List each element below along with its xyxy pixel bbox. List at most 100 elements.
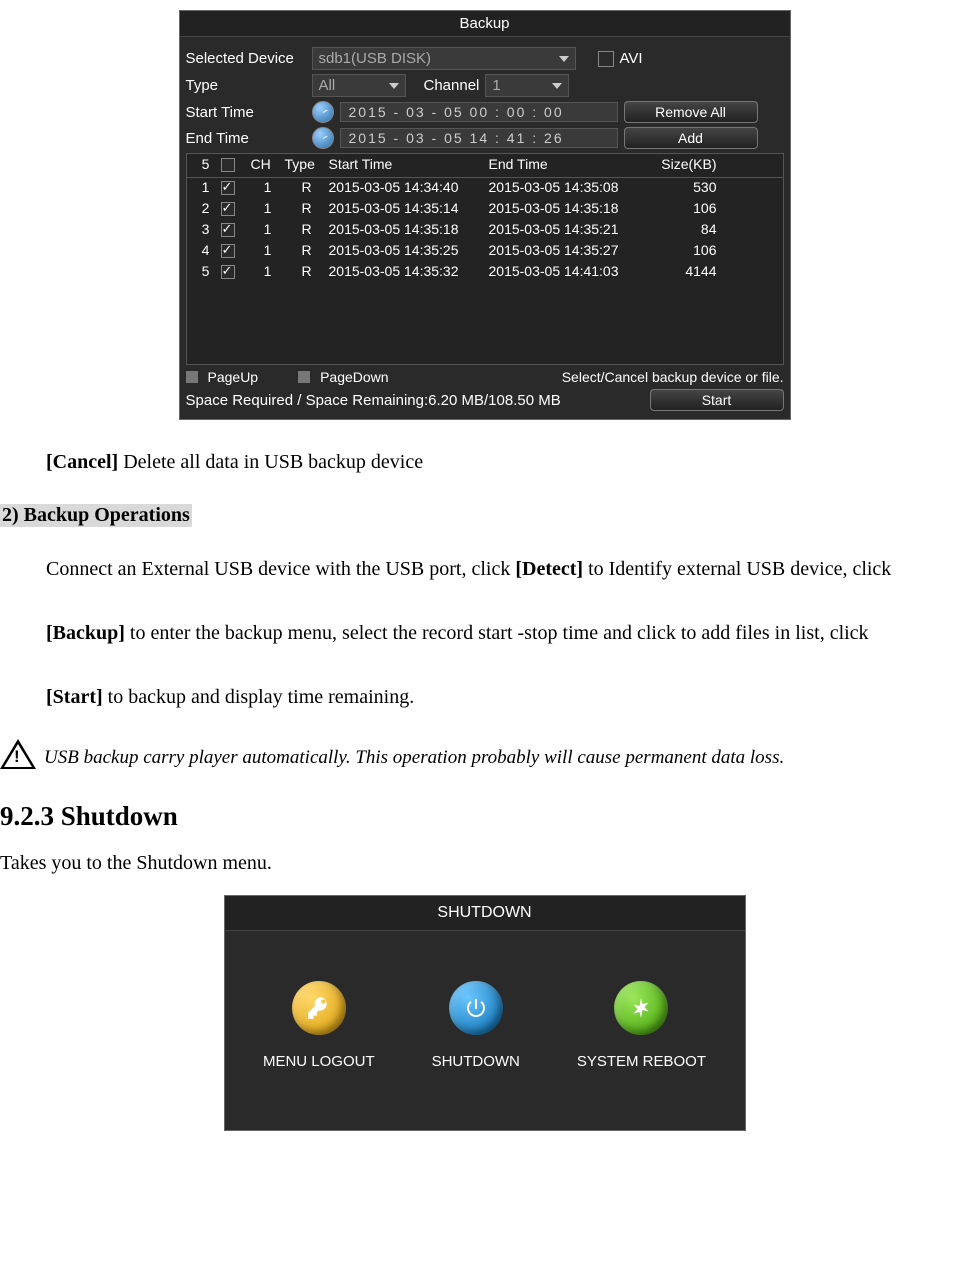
row-checkbox[interactable] bbox=[221, 202, 235, 216]
remove-all-button[interactable]: Remove All bbox=[624, 101, 758, 123]
start-time-input[interactable]: 2015 - 03 - 05 00 : 00 : 00 bbox=[340, 102, 618, 122]
row-end: 2015-03-05 14:35:27 bbox=[489, 242, 649, 261]
shutdown-title: SHUTDOWN bbox=[225, 896, 745, 931]
shutdown-window: SHUTDOWN MENU LOGOUT SHUTDOWN bbox=[224, 895, 746, 1131]
start-button[interactable]: Start bbox=[650, 389, 784, 411]
pagedown-icon[interactable] bbox=[298, 371, 310, 383]
table-header: 5 CH Type Start Time End Time Size(KB) bbox=[187, 154, 783, 178]
row-end: 2015-03-05 14:35:18 bbox=[489, 200, 649, 219]
backup-window: Backup Selected Device sdb1(USB DISK) AV… bbox=[179, 10, 791, 420]
row-idx: 4 bbox=[191, 242, 221, 261]
col-type: Type bbox=[285, 156, 329, 175]
type-label: Type bbox=[186, 77, 306, 94]
col-end: End Time bbox=[489, 156, 649, 175]
col-size: Size(KB) bbox=[649, 156, 729, 175]
key-icon bbox=[292, 981, 346, 1035]
col-count: 5 bbox=[191, 156, 221, 175]
row-ch: 1 bbox=[251, 263, 285, 282]
row-type: R bbox=[285, 221, 329, 240]
chevron-down-icon bbox=[389, 83, 399, 89]
row-ch: 1 bbox=[251, 221, 285, 240]
pageup-icon[interactable] bbox=[186, 371, 198, 383]
cancel-bold: [Cancel] bbox=[46, 451, 123, 473]
row-size: 106 bbox=[649, 242, 729, 261]
channel-value: 1 bbox=[492, 77, 500, 94]
chevron-down-icon bbox=[559, 56, 569, 62]
system-reboot-label: SYSTEM REBOOT bbox=[577, 1053, 706, 1070]
clock-icon bbox=[312, 127, 334, 149]
row-idx: 2 bbox=[191, 200, 221, 219]
system-reboot-item[interactable]: SYSTEM REBOOT bbox=[577, 981, 706, 1070]
selected-device-value: sdb1(USB DISK) bbox=[319, 50, 432, 67]
section-2-heading: 2) Backup Operations bbox=[0, 504, 192, 527]
power-icon bbox=[449, 981, 503, 1035]
row-type: R bbox=[285, 200, 329, 219]
selected-device-label: Selected Device bbox=[186, 50, 306, 67]
pageup-label[interactable]: PageUp bbox=[208, 369, 259, 385]
channel-dropdown[interactable]: 1 bbox=[485, 74, 569, 97]
row-type: R bbox=[285, 242, 329, 261]
row-ch: 1 bbox=[251, 200, 285, 219]
col-ch: CH bbox=[251, 156, 285, 175]
col-start: Start Time bbox=[329, 156, 489, 175]
table-row[interactable]: 31R2015-03-05 14:35:182015-03-05 14:35:2… bbox=[187, 220, 783, 241]
row-checkbox[interactable] bbox=[221, 181, 235, 195]
row-ch: 1 bbox=[251, 242, 285, 261]
para-start: [Start] to backup and display time remai… bbox=[46, 675, 969, 719]
select-all-checkbox[interactable] bbox=[221, 158, 235, 172]
avi-checkbox[interactable] bbox=[598, 51, 614, 67]
cancel-text: Delete all data in USB backup device bbox=[123, 451, 423, 473]
type-value: All bbox=[319, 77, 336, 94]
row-type: R bbox=[285, 263, 329, 282]
channel-label: Channel bbox=[424, 77, 480, 94]
table-row[interactable]: 5 1R2015-03-05 14:35:322015-03-05 14:41:0… bbox=[187, 262, 783, 283]
chevron-down-icon bbox=[552, 83, 562, 89]
end-time-input[interactable]: 2015 - 03 - 05 14 : 41 : 26 bbox=[340, 128, 618, 148]
shutdown-item[interactable]: SHUTDOWN bbox=[432, 981, 520, 1070]
row-size: 106 bbox=[649, 200, 729, 219]
row-start: 2015-03-05 14:35:18 bbox=[329, 221, 489, 240]
selected-device-dropdown[interactable]: sdb1(USB DISK) bbox=[312, 47, 576, 70]
menu-logout-item[interactable]: MENU LOGOUT bbox=[263, 981, 375, 1070]
add-button[interactable]: Add bbox=[624, 127, 758, 149]
clock-icon bbox=[312, 101, 334, 123]
row-idx: 5 bbox=[191, 263, 221, 282]
table-row[interactable]: 4 1R2015-03-05 14:35:252015-03-05 14:35:2… bbox=[187, 241, 783, 262]
warning-line: ! USB backup carry player automatically.… bbox=[0, 739, 969, 769]
row-size: 530 bbox=[649, 179, 729, 198]
shutdown-label: SHUTDOWN bbox=[432, 1053, 520, 1070]
row-size: 84 bbox=[649, 221, 729, 240]
asterisk-icon bbox=[614, 981, 668, 1035]
para-connect: Connect an External USB device with the … bbox=[46, 547, 969, 591]
row-checkbox[interactable] bbox=[221, 223, 235, 237]
row-start: 2015-03-05 14:35:25 bbox=[329, 242, 489, 261]
end-time-label: End Time bbox=[186, 130, 306, 147]
space-label: Space Required / Space Remaining: bbox=[186, 392, 429, 409]
shutdown-paragraph: Takes you to the Shutdown menu. bbox=[0, 852, 969, 875]
hint-text: Select/Cancel backup device or file. bbox=[562, 369, 784, 385]
row-end: 2015-03-05 14:41:03 bbox=[489, 263, 649, 282]
avi-label: AVI bbox=[620, 50, 643, 67]
type-dropdown[interactable]: All bbox=[312, 74, 406, 97]
space-value: 6.20 MB/108.50 MB bbox=[428, 392, 561, 409]
row-end: 2015-03-05 14:35:08 bbox=[489, 179, 649, 198]
warning-text: USB backup carry player automatically. T… bbox=[44, 747, 784, 769]
table-row[interactable]: 2 1R2015-03-05 14:35:142015-03-05 14:35:1… bbox=[187, 199, 783, 220]
row-type: R bbox=[285, 179, 329, 198]
row-start: 2015-03-05 14:34:40 bbox=[329, 179, 489, 198]
pagedown-label[interactable]: PageDown bbox=[320, 369, 389, 385]
row-ch: 1 bbox=[251, 179, 285, 198]
para-backup: [Backup] to enter the backup menu, selec… bbox=[46, 611, 969, 655]
row-start: 2015-03-05 14:35:14 bbox=[329, 200, 489, 219]
menu-logout-label: MENU LOGOUT bbox=[263, 1053, 375, 1070]
warning-icon: ! bbox=[0, 739, 36, 769]
table-row[interactable]: 11R2015-03-05 14:34:402015-03-05 14:35:0… bbox=[187, 178, 783, 199]
row-start: 2015-03-05 14:35:32 bbox=[329, 263, 489, 282]
cancel-paragraph: [Cancel] Delete all data in USB backup d… bbox=[46, 440, 969, 484]
backup-table: 5 CH Type Start Time End Time Size(KB) 1… bbox=[186, 153, 784, 365]
row-checkbox[interactable] bbox=[221, 244, 235, 258]
row-idx: 3 bbox=[191, 221, 221, 240]
backup-title: Backup bbox=[180, 11, 790, 37]
shutdown-heading: 9.2.3 Shutdown bbox=[0, 801, 969, 832]
row-checkbox[interactable] bbox=[221, 265, 235, 279]
